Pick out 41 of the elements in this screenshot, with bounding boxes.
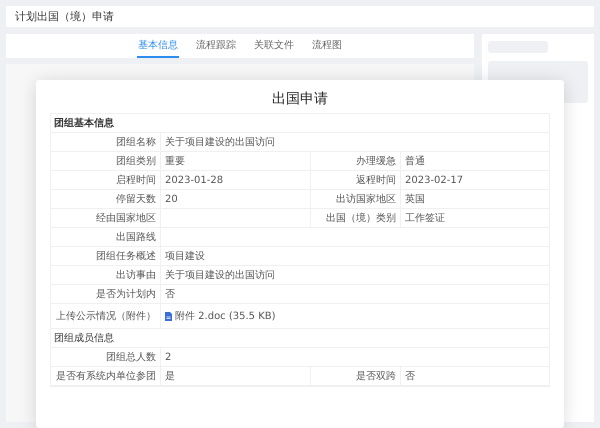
field-label: 是否为计划内 xyxy=(51,285,161,303)
field-label: 停留天数 xyxy=(51,190,161,208)
field-label: 出访国家地区 xyxy=(311,190,401,208)
field-value: 是 xyxy=(165,370,175,383)
field-label: 出国（境）类别 xyxy=(311,209,401,227)
field-value: 重要 xyxy=(165,154,185,168)
field-value: 否 xyxy=(165,288,175,301)
tab[interactable]: 关联文件 xyxy=(253,34,295,58)
field-label: 返程时间 xyxy=(311,171,401,189)
field-value: 工作签证 xyxy=(405,212,445,225)
field-label: 上传公示情况（附件） xyxy=(51,304,161,328)
field-value: 2 xyxy=(165,352,172,362)
field-label: 是否有系统内单位参团 xyxy=(51,367,161,385)
field-value: 项目建设 xyxy=(165,250,205,263)
field-label: 是否双跨 xyxy=(311,367,401,385)
field-value: 普通 xyxy=(405,154,425,168)
field-value: 2023-02-17 xyxy=(405,174,464,186)
field-label: 办理缓急 xyxy=(311,152,401,170)
field-value: 2023-01-28 xyxy=(165,174,224,186)
tab[interactable]: 流程图 xyxy=(311,34,343,58)
field-label: 出国路线 xyxy=(51,228,161,246)
field-label: 启程时间 xyxy=(51,171,161,189)
field-label: 团组类别 xyxy=(51,152,161,170)
tab[interactable]: 流程跟踪 xyxy=(195,34,237,58)
attachment-link[interactable]: 附件 2.doc (35.5 KB) xyxy=(175,309,276,323)
field-value: 20 xyxy=(165,194,178,204)
document-icon xyxy=(165,312,172,320)
section-heading: 团组基本信息 xyxy=(51,114,549,133)
dialog-title: 出国申请 xyxy=(271,90,329,108)
page-title: 计划出国（境）申请 xyxy=(15,9,114,24)
field-value: 英国 xyxy=(405,192,425,206)
field-value: 关于项目建设的出国访问 xyxy=(165,136,275,149)
field-value: 关于项目建设的出国访问 xyxy=(165,268,275,282)
field-label: 团组任务概述 xyxy=(51,247,161,265)
section-heading: 团组成员信息 xyxy=(51,329,549,348)
field-label: 团组名称 xyxy=(51,133,161,151)
tab[interactable]: 基本信息 xyxy=(137,34,179,58)
field-label: 出访事由 xyxy=(51,266,161,284)
field-label: 团组总人数 xyxy=(51,348,161,366)
field-value: 否 xyxy=(405,370,415,383)
field-label: 经由国家地区 xyxy=(51,209,161,227)
